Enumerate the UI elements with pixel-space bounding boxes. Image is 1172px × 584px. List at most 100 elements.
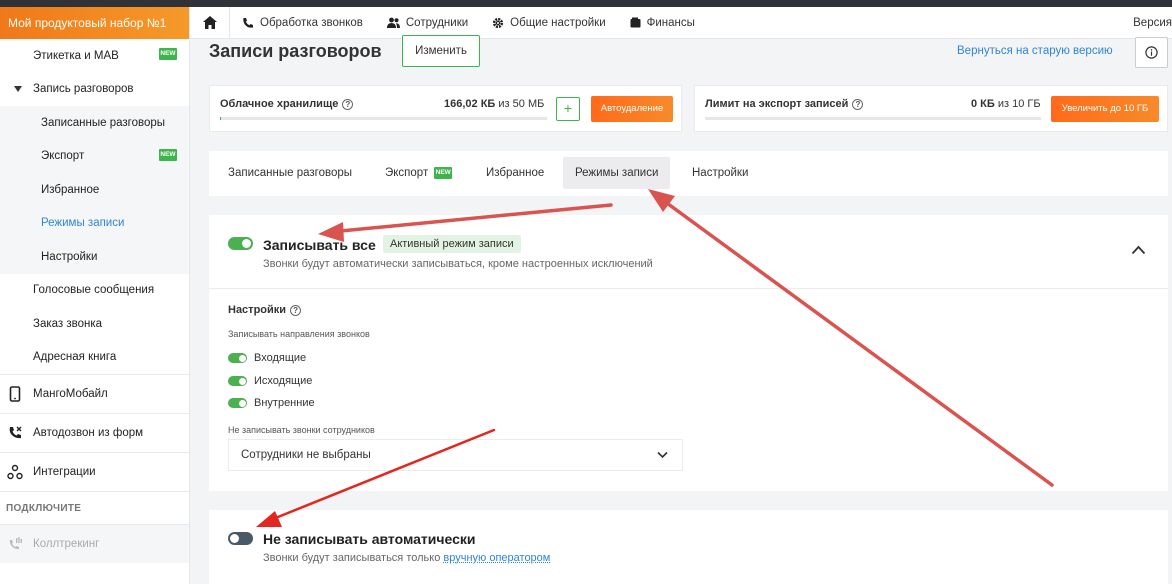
autodelete-button[interactable]: Автоудаление — [591, 96, 673, 122]
top-nav: Обработка звонков Сотрудники Общие настр… — [190, 6, 1172, 39]
sidebar-item-integrations[interactable]: Интеграции — [0, 452, 189, 491]
manual-mode-description: Звонки будут записываться только вручную… — [263, 552, 550, 564]
sidebar-item-label: Голосовые сообщения — [33, 284, 155, 297]
manual-mode-toggle[interactable] — [228, 532, 253, 545]
settings-title: Настройки? — [228, 304, 302, 316]
increase-limit-button[interactable]: Увеличить до 10 ГБ — [1051, 96, 1159, 122]
sidebar-item-label: Заказ звонка — [33, 317, 103, 330]
nav-call-processing[interactable]: Обработка звонков — [230, 17, 375, 29]
cloud-total: 50 МБ — [512, 98, 545, 110]
sidebar-item-label-mav[interactable]: Этикетка и МАВ NEW — [0, 39, 189, 73]
sidebar-item-label: Этикетка и МАВ — [33, 49, 119, 62]
tab-settings[interactable]: Настройки — [680, 157, 760, 189]
sidebar: Мой продуктовый набор №1 Этикетка и МАВ … — [0, 7, 190, 584]
nav-version[interactable]: Версия — [1133, 17, 1172, 29]
export-total: 10 ГБ — [1012, 98, 1041, 110]
nav-label: Сотрудники — [405, 16, 469, 29]
brand-title[interactable]: Мой продуктовый набор №1 — [0, 7, 189, 39]
home-button[interactable] — [190, 6, 230, 39]
settings-title-text: Настройки — [228, 304, 287, 316]
export-limit-value: 0 КБ из 10 ГБ — [971, 98, 1041, 110]
employees-select[interactable]: Сотрудники не выбраны — [228, 439, 683, 471]
manual-operator-link[interactable]: вручную оператором — [443, 552, 550, 564]
sidebar-item-favorites[interactable]: Избранное — [0, 173, 189, 207]
incoming-label: Входящие — [254, 352, 307, 364]
home-icon — [202, 16, 217, 29]
sidebar-submenu: Записанные разговоры Экспорт NEW Избранн… — [0, 106, 189, 274]
tab-recorded-calls[interactable]: Записанные разговоры — [216, 157, 364, 189]
internal-label: Внутренние — [254, 397, 315, 409]
incoming-toggle[interactable] — [228, 353, 247, 363]
question-icon[interactable]: ? — [290, 304, 302, 316]
outgoing-toggle[interactable] — [228, 376, 247, 386]
sidebar-item-label: Коллтрекинг — [33, 538, 100, 550]
nav-label: Обработка звонков — [260, 16, 363, 29]
phone-icon — [243, 17, 253, 28]
question-icon[interactable]: ? — [342, 98, 354, 110]
cloud-storage-value: 166,02 КБ из 50 МБ — [444, 98, 544, 110]
nav-employees[interactable]: Сотрудники — [375, 17, 480, 29]
gear-icon — [493, 17, 504, 28]
cloud-storage-label-text: Облачное хранилище — [220, 98, 339, 110]
export-limit-label: Лимит на экспорт записей? — [705, 98, 864, 110]
export-limit-label-text: Лимит на экспорт записей — [705, 98, 849, 110]
sidebar-item-voice-messages[interactable]: Голосовые сообщения — [0, 274, 189, 308]
info-icon — [1145, 46, 1158, 59]
nav-label: Общие настройки — [510, 16, 606, 29]
sidebar-item-recording-modes[interactable]: Режимы записи — [0, 207, 189, 241]
page-title: Записи разговоров — [209, 41, 382, 61]
export-limit-card: Лимит на экспорт записей? 0 КБ из 10 ГБ … — [694, 85, 1168, 132]
sidebar-item-autodial[interactable]: Автодозвон из форм — [0, 413, 189, 452]
wallet-icon — [630, 17, 641, 28]
connect-heading: ПОДКЛЮЧИТЕ — [0, 491, 189, 524]
sidebar-item-address-book[interactable]: Адресная книга — [0, 341, 189, 375]
chevron-down-icon — [657, 451, 668, 459]
sidebar-item-label: Интеграции — [33, 466, 96, 478]
info-button[interactable] — [1135, 37, 1168, 68]
export-of: из — [997, 98, 1010, 110]
export-used: 0 КБ — [971, 98, 995, 110]
question-icon[interactable]: ? — [852, 98, 864, 110]
mobile-icon — [9, 386, 21, 402]
edit-button[interactable]: Изменить — [402, 35, 480, 67]
sidebar-item-settings[interactable]: Настройки — [0, 240, 189, 274]
record-all-toggle[interactable] — [228, 237, 253, 250]
sidebar-item-label: Адресная книга — [33, 351, 117, 364]
chevron-up-icon[interactable] — [1131, 245, 1146, 255]
sidebar-item-recorded-calls[interactable]: Записанные разговоры — [0, 106, 189, 140]
tab-favorites[interactable]: Избранное — [474, 157, 556, 189]
old-version-link[interactable]: Вернуться на старую версию — [957, 45, 1113, 57]
tab-recording-modes[interactable]: Режимы записи — [563, 157, 671, 189]
manual-mode-title: Не записывать автоматически — [263, 531, 476, 547]
nav-label: Финансы — [646, 16, 695, 29]
nav-finance[interactable]: Финансы — [618, 17, 707, 29]
record-all-header[interactable]: Записывать все Активный режим записи Зво… — [209, 215, 1168, 289]
export-progress-track — [705, 117, 1041, 120]
internal-toggle[interactable] — [228, 398, 247, 408]
autodial-icon — [9, 426, 22, 439]
sidebar-item-export[interactable]: Экспорт NEW — [0, 140, 189, 174]
sidebar-item-callback-order[interactable]: Заказ звонка — [0, 307, 189, 341]
manual-desc-prefix: Звонки будут записываться только — [263, 552, 441, 564]
sidebar-item-label: Записанные разговоры — [41, 116, 166, 129]
outgoing-label: Исходящие — [254, 375, 313, 387]
top-strip — [0, 0, 1172, 7]
add-storage-button[interactable]: + — [556, 97, 580, 121]
tab-label: Экспорт — [385, 167, 429, 179]
new-badge: NEW — [434, 166, 453, 179]
tab-export[interactable]: Экспорт NEW — [373, 157, 464, 189]
sidebar-item-calltracking[interactable]: Коллтрекинг — [0, 524, 189, 563]
record-all-title: Записывать все — [263, 237, 376, 253]
active-mode-badge: Активный режим записи — [383, 235, 521, 253]
nav-general-settings[interactable]: Общие настройки — [480, 17, 617, 29]
caret-down-icon — [14, 85, 22, 92]
sidebar-item-label: Режимы записи — [41, 217, 125, 230]
sidebar-item-mangomobile[interactable]: МангоМобайл — [0, 374, 189, 413]
cloud-of: из — [498, 98, 510, 110]
sidebar-item-call-recording[interactable]: Запись разговоров — [0, 73, 189, 107]
cloud-storage-card: Облачное хранилище? 166,02 КБ из 50 МБ +… — [209, 85, 682, 132]
new-badge: NEW — [159, 48, 177, 60]
new-badge: NEW — [159, 148, 177, 161]
sidebar-item-label: МангоМобайл — [33, 388, 108, 400]
record-all-mode-card: Записывать все Активный режим записи Зво… — [209, 215, 1168, 491]
